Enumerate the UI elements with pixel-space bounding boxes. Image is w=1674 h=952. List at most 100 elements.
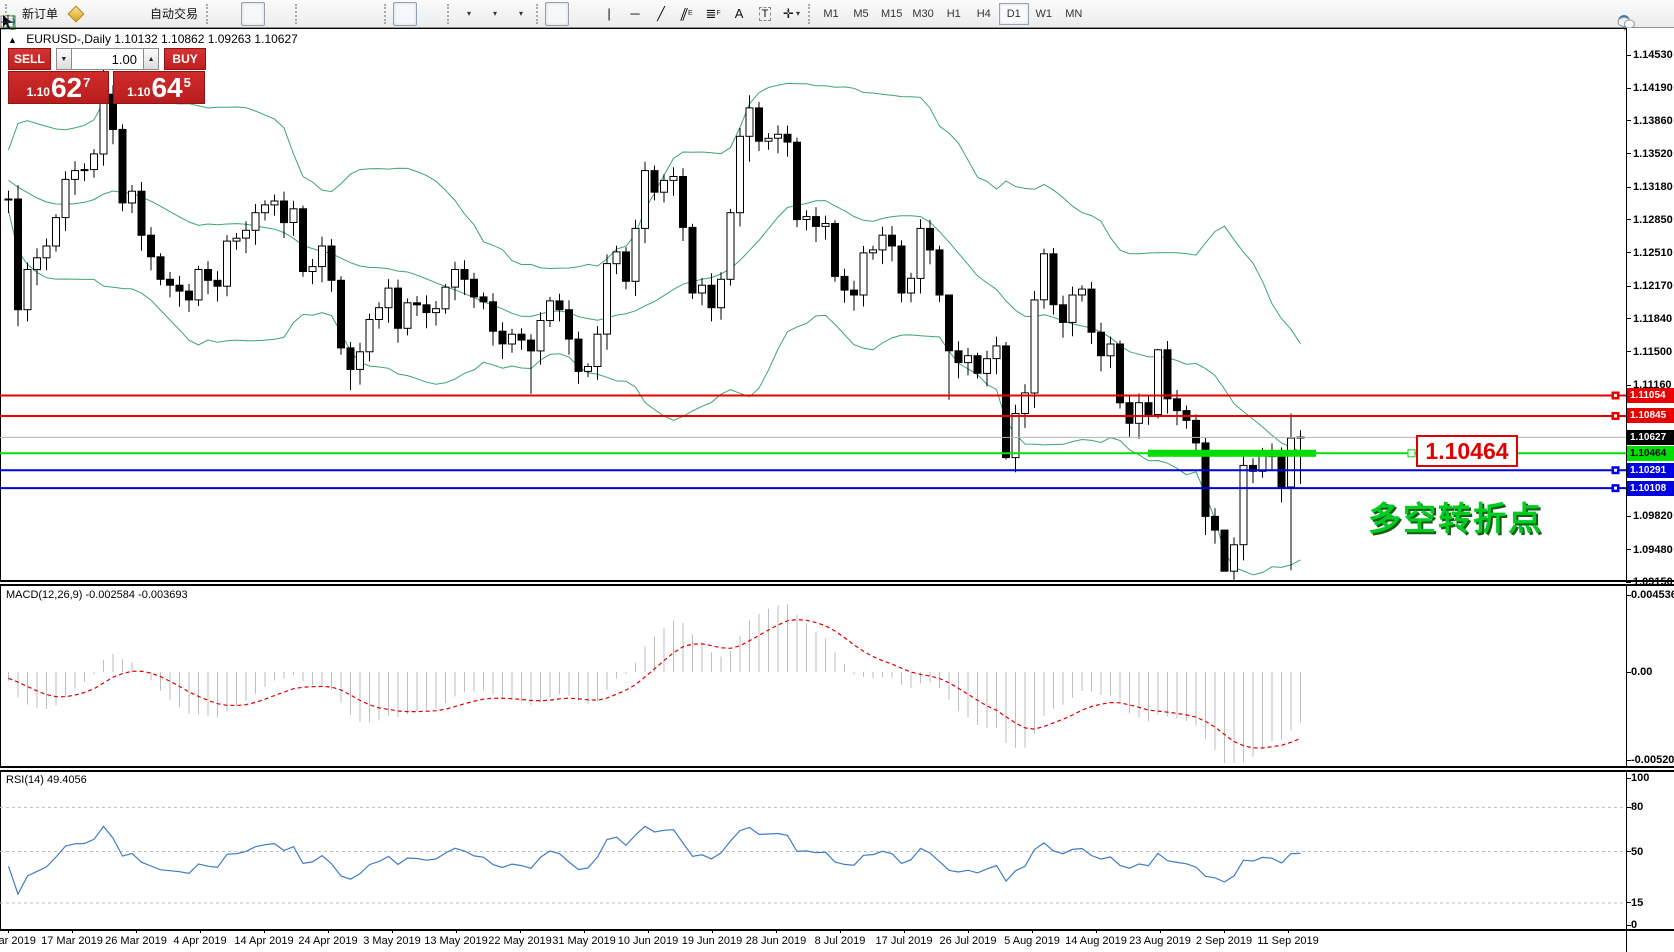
arrows-tool-button[interactable]: ✛ ▾ (779, 2, 804, 26)
pane-separator[interactable] (0, 580, 1674, 586)
bull-candle (24, 270, 31, 310)
timeframe-d1-button[interactable]: D1 (999, 3, 1029, 25)
line-handle-center (1614, 487, 1617, 490)
turning-point-annotation[interactable]: 多空转折点 (1368, 492, 1543, 540)
time-axis-label: 23 Aug 2019 (1129, 935, 1191, 947)
chart-line-button[interactable] (267, 2, 291, 26)
bear-candle (680, 177, 687, 228)
chat-button[interactable] (1643, 2, 1667, 26)
sell-button[interactable]: SELL (8, 48, 51, 70)
volume-increase-button[interactable]: ▲ (143, 48, 159, 70)
price-level-annotation-box[interactable]: 1.10464 (1416, 435, 1518, 467)
price-scale-label: 1.11840 (1633, 313, 1672, 325)
time-axis-label: 28 Jun 2019 (746, 935, 807, 947)
bear-candle (1164, 350, 1171, 399)
price-scale-tick (1626, 153, 1631, 154)
price-scale-tick (1626, 351, 1631, 352)
pane-separator[interactable] (0, 766, 1674, 772)
toolbar-drag-handle[interactable] (384, 4, 389, 24)
price-tag-1.10291: 1.10291 (1627, 463, 1674, 478)
toolbar-drag-handle[interactable] (536, 4, 541, 24)
timeframe-m1-button[interactable]: M1 (816, 3, 846, 25)
toolbar-drag-handle[interactable] (447, 4, 452, 24)
bear-candle (461, 270, 468, 280)
zoom-in-button[interactable] (304, 2, 328, 26)
timeframe-mn-button[interactable]: MN (1059, 3, 1089, 25)
metaeditor-button[interactable] (64, 2, 88, 26)
chart-bars-button[interactable] (215, 2, 239, 26)
volume-decrease-button[interactable]: ▼ (56, 48, 72, 70)
timeframe-m5-button[interactable]: M5 (846, 3, 876, 25)
spin-down-icon: ▼ (60, 56, 67, 63)
auto-scroll-button[interactable] (393, 2, 417, 26)
bear-candle (889, 235, 896, 246)
crosshair-tool-button[interactable] (571, 2, 595, 26)
time-axis-tick (8, 929, 9, 933)
price-scale-tick (1626, 219, 1631, 220)
collapse-panel-icon[interactable]: ▲ (8, 35, 17, 45)
line-handle-center (1614, 469, 1617, 472)
bear-candle (119, 129, 126, 203)
sell-price-small: 1.10 (27, 85, 50, 99)
timeframe-m30-button[interactable]: M30 (907, 3, 938, 25)
toolbar-drag-handle[interactable] (206, 4, 211, 24)
one-click-trading-panel: SELL ▼ ▲ BUY 1.10 62 7 1.10 64 5 (8, 48, 206, 104)
line-handle[interactable] (1408, 450, 1415, 457)
bear-candle (148, 235, 155, 257)
fibonacci-tool-button[interactable]: ≣ F (701, 2, 725, 26)
timeframe-h1-button[interactable]: H1 (939, 3, 969, 25)
bear-candle (138, 191, 145, 235)
zoom-out-button[interactable] (330, 2, 354, 26)
time-axis[interactable]: 7 Mar 201917 Mar 201926 Mar 20194 Apr 20… (0, 931, 1626, 952)
sell-price-tile[interactable]: 1.10 62 7 (8, 71, 109, 104)
timeframe-w1-button[interactable]: W1 (1029, 3, 1059, 25)
chart-shift-button[interactable] (419, 2, 443, 26)
market-button[interactable] (90, 2, 114, 26)
signals-button[interactable] (116, 2, 140, 26)
volume-input[interactable] (72, 48, 143, 70)
bull-candle (917, 228, 924, 278)
bull-candle (309, 267, 316, 272)
cursor-tool-button[interactable] (545, 2, 569, 26)
bull-candle (252, 213, 259, 231)
rsi-indicator-pane[interactable] (0, 772, 1626, 929)
vertical-line-tool-button[interactable]: | (597, 2, 621, 26)
toolbar-drag-handle[interactable] (295, 4, 300, 24)
time-axis-tick (1160, 929, 1161, 933)
trendline-tool-button[interactable]: ╱ (649, 2, 673, 26)
price-scale-tick (1626, 252, 1631, 253)
time-axis-label: 19 Jun 2019 (682, 935, 743, 947)
macd-indicator-pane[interactable] (0, 586, 1626, 766)
channel-tool-button[interactable]: ∥ E (675, 2, 699, 26)
macd-scale-label: -0.005205 (1631, 754, 1674, 766)
buy-button[interactable]: BUY (164, 48, 206, 70)
time-axis-tick (264, 929, 265, 933)
tile-windows-button[interactable] (356, 2, 380, 26)
indicators-button[interactable]: ▾ (456, 2, 480, 26)
bull-candle (642, 171, 649, 229)
trendline-icon: ╱ (657, 6, 665, 22)
horizontal-line-tool-button[interactable]: ─ (623, 2, 647, 26)
thick-level-segment[interactable] (1148, 450, 1316, 457)
price-scale-tick (1626, 187, 1631, 188)
chart-candles-button[interactable] (241, 2, 265, 26)
timeframe-m15-button[interactable]: M15 (876, 3, 907, 25)
bull-candle (357, 352, 364, 370)
price-tag-1.10464: 1.10464 (1627, 446, 1674, 461)
timeframe-h4-button[interactable]: H4 (969, 3, 999, 25)
periods-button[interactable]: ▾ (482, 2, 506, 26)
price-scale-label: 1.13520 (1633, 148, 1673, 160)
time-axis-label: 17 Jul 2019 (876, 935, 933, 947)
buy-price-tile[interactable]: 1.10 64 5 (113, 71, 205, 104)
text-tool-button[interactable]: A (727, 2, 751, 26)
sell-price-big: 62 (51, 74, 82, 102)
time-axis-label: 8 Jul 2019 (815, 935, 866, 947)
templates-button[interactable]: ▾ (508, 2, 532, 26)
bear-candle (946, 295, 953, 351)
toolbar-drag-handle[interactable] (808, 4, 813, 24)
autotrading-button[interactable]: 自动交易 (142, 2, 202, 26)
new-order-button[interactable]: 新订单 (14, 2, 62, 26)
label-tool-button[interactable]: T (753, 2, 777, 26)
bull-candle (699, 285, 706, 293)
bear-candle (708, 285, 715, 308)
